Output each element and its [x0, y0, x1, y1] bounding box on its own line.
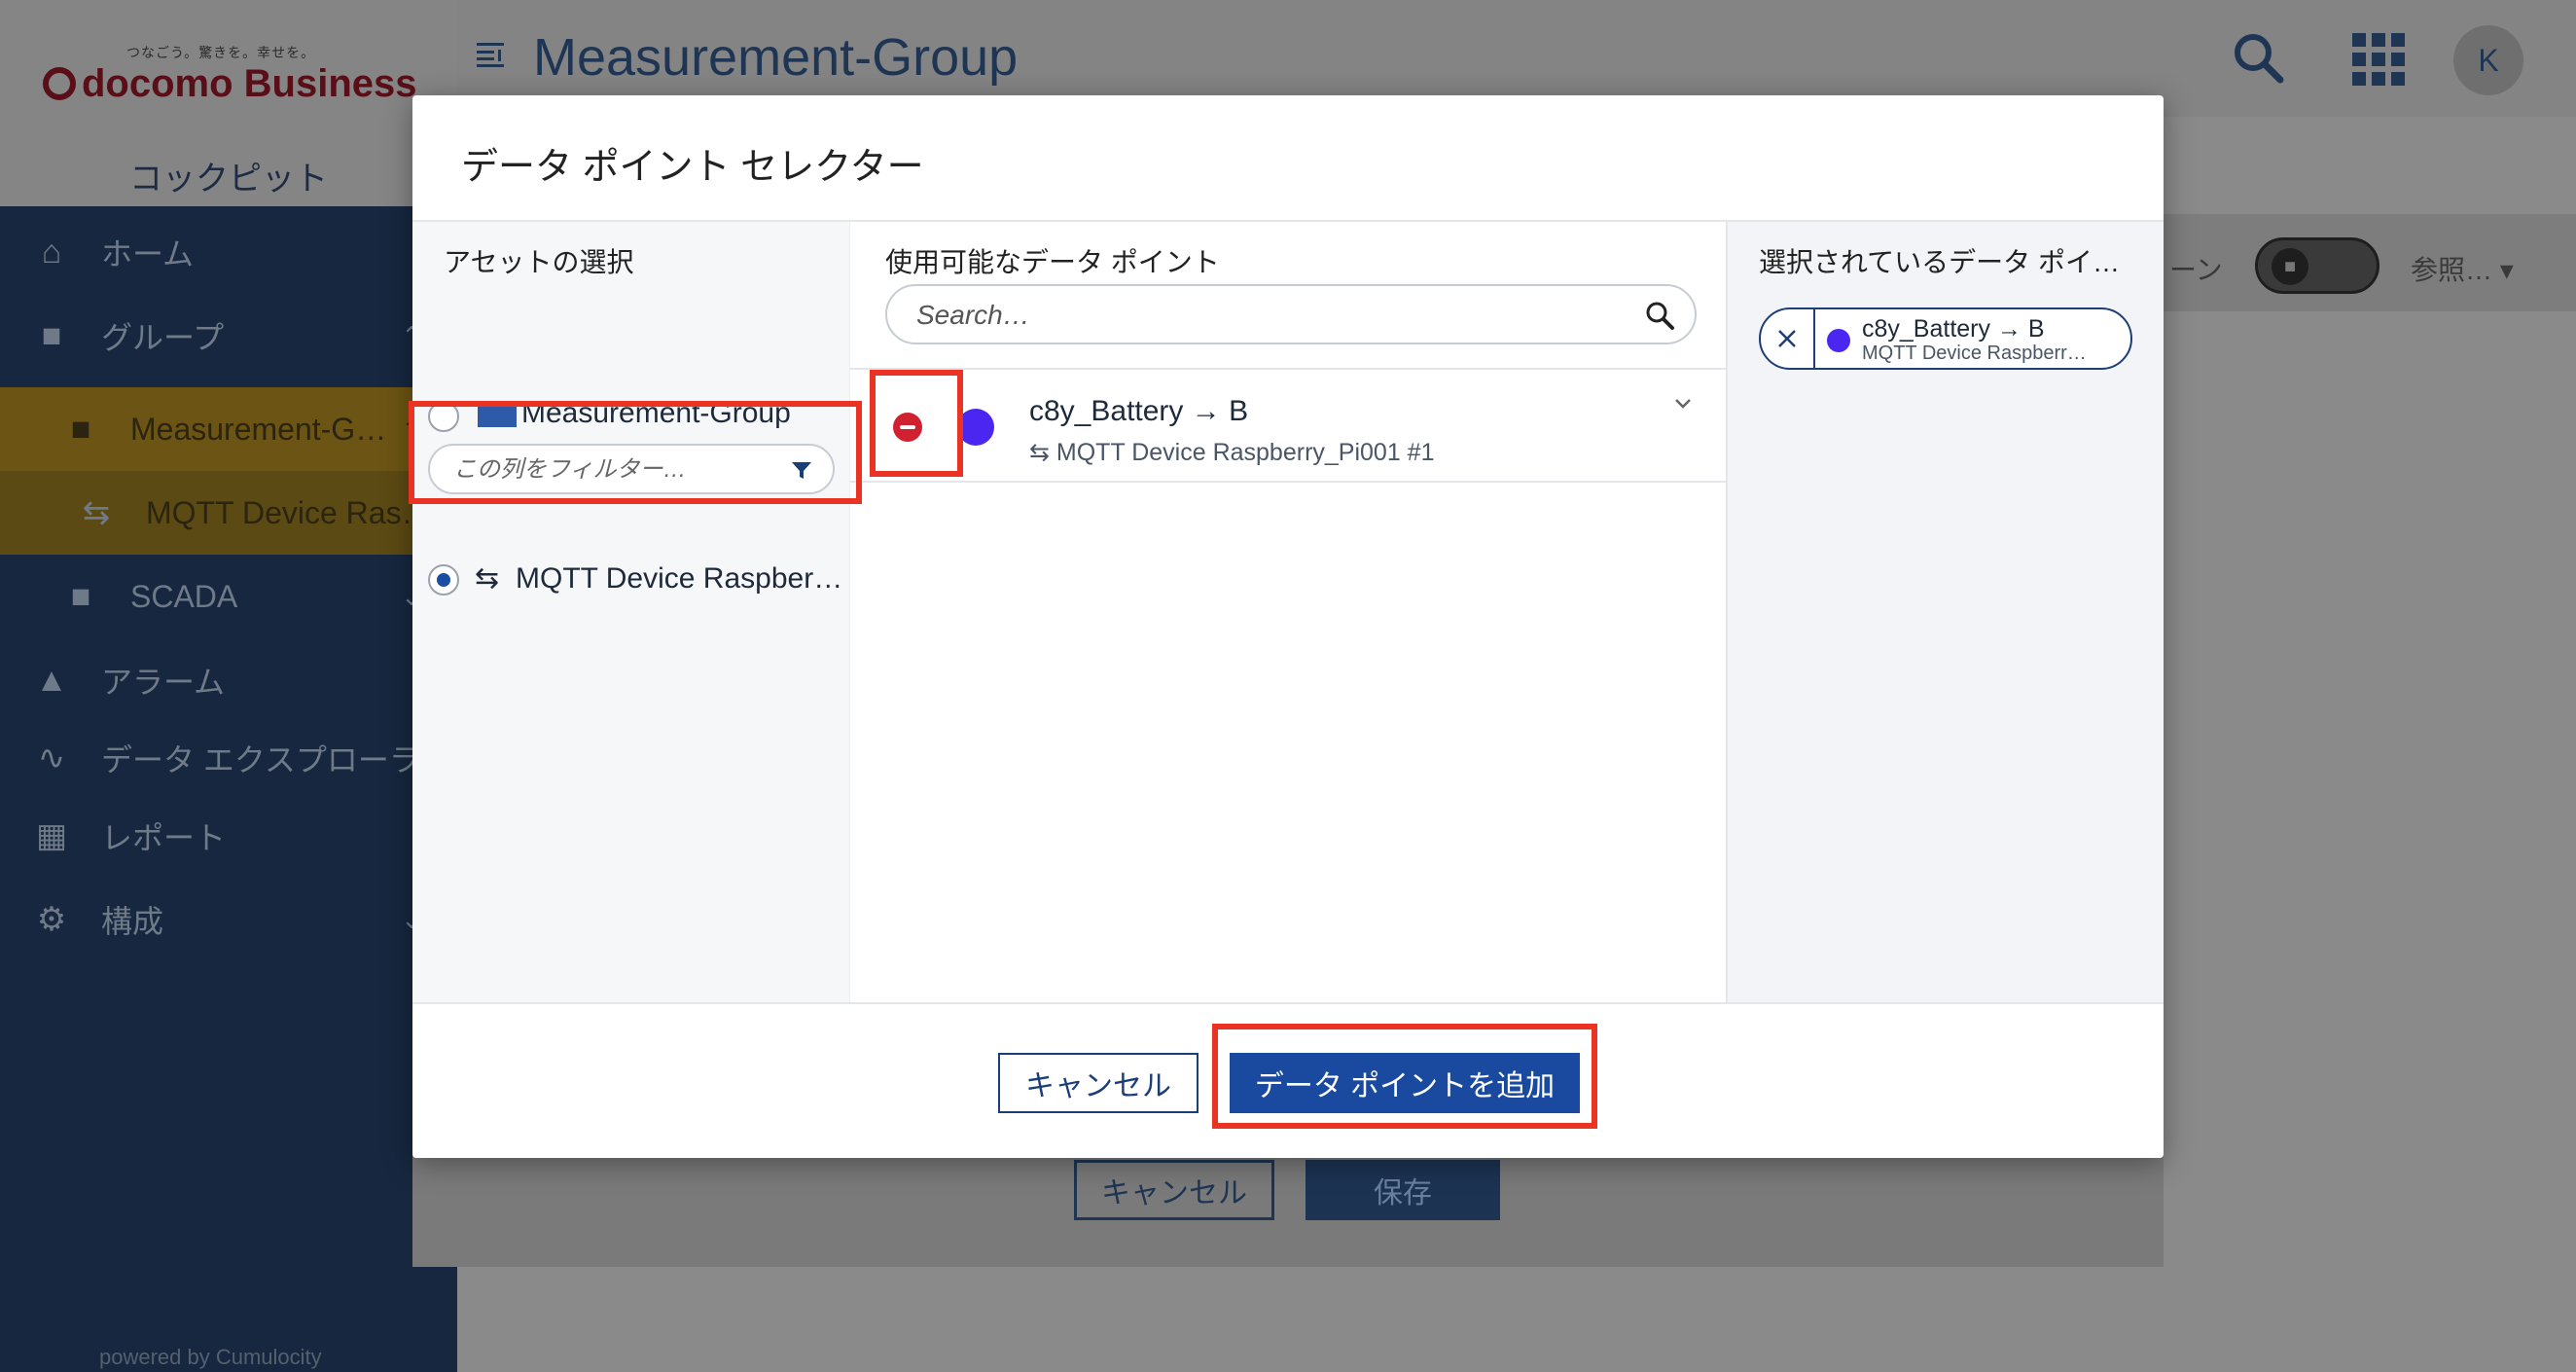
reference-label: 参照… [2411, 255, 2493, 285]
sidebar-item-configuration[interactable]: ⚙ 構成 ⌄ [0, 878, 457, 961]
sidebar-item-label: レポート [101, 820, 227, 855]
sidebar: つなごう。驚きを。幸せを。 docomo Business コックピット ⌂ ホ… [0, 0, 457, 1372]
sidebar-item-label: SCADA [130, 578, 238, 614]
add-datapoint-button[interactable]: データ ポイントを追加 [1230, 1053, 1580, 1113]
modal-title: データ ポイント セレクター [461, 147, 924, 188]
modal-header: データ ポイント セレクター [412, 95, 2164, 222]
folder-icon: ■ [70, 410, 91, 448]
folder-icon: ■ [70, 577, 91, 615]
asset-label-measurement-group[interactable]: Measurement-Group [521, 389, 842, 438]
sidebar-item-label: Measurement-G… [130, 411, 387, 447]
datapoint-device: ⇆ MQTT Device Raspberry_Pi001 #1 [1029, 438, 1435, 467]
timezone-label: ーン [2169, 255, 2223, 285]
reference-dropdown[interactable]: 参照… ▾ [2411, 249, 2514, 288]
wrench-icon: ⚙ [36, 901, 67, 938]
sidebar-item-data-explorer[interactable]: ∿ データ エクスプローラ [0, 716, 457, 800]
selected-column-heading: 選択されているデータ ポイ… [1759, 247, 2120, 277]
user-avatar[interactable]: K [2453, 25, 2523, 95]
datapoint-search-field[interactable] [885, 284, 1697, 344]
close-icon [1778, 330, 1796, 347]
brand-area: つなごう。驚きを。幸せを。 docomo Business コックピット [0, 0, 457, 206]
sidebar-item-label: データ エクスプローラ [101, 742, 420, 777]
asset-label-mqtt-device[interactable]: MQTT Device Raspber… [516, 555, 842, 603]
page-title-icon [477, 43, 504, 67]
asset-column: アセットの選択 Measurement-Group ⇆ MQTT Device … [412, 222, 850, 1002]
lock-icon: ■ [2272, 248, 2308, 285]
sidebar-item-mqtt-device[interactable]: ⇆ MQTT Device Ras… [0, 471, 457, 555]
folder-icon [478, 401, 517, 427]
datapoint-label: c8y_Battery → B [1029, 395, 1249, 427]
datapoint-row[interactable]: c8y_Battery → B ⇆ MQTT Device Raspberry_… [850, 368, 1726, 483]
modal-footer: キャンセル データ ポイントを追加 [412, 1002, 2164, 1158]
home-icon: ⌂ [41, 233, 62, 271]
sidebar-item-label: ホーム [101, 236, 195, 271]
sidebar-item-scada[interactable]: ■ SCADA ⌄ [0, 555, 457, 638]
available-column-heading: 使用可能なデータ ポイント [885, 247, 1220, 277]
folder-icon: ■ [41, 316, 62, 354]
powered-by: powered by Cumulocity [99, 1345, 322, 1369]
chip-label: c8y_Battery → B [1862, 315, 2045, 343]
chip-device: MQTT Device Raspberr… [1862, 343, 2087, 364]
background-cancel-button[interactable]: キャンセル [1074, 1160, 1274, 1220]
sidebar-item-groups[interactable]: ■ グループ ⌃ [0, 294, 457, 378]
sidebar-item-label: グループ [101, 320, 225, 355]
app-name: コックピット [129, 161, 328, 198]
bell-icon: ▲ [35, 661, 68, 699]
sidebar-item-measurement-group[interactable]: ■ Measurement-G… ⌃ [0, 387, 457, 471]
device-icon: ⇆ [82, 494, 111, 531]
background-save-button[interactable]: 保存 [1306, 1160, 1500, 1220]
device-icon: ⇆ [1029, 439, 1050, 466]
search-icon[interactable] [2230, 29, 2288, 88]
asset-radio-mqtt-device[interactable] [428, 564, 459, 596]
brand-logo[interactable]: docomo Business [43, 62, 417, 106]
selected-datapoints-column: 選択されているデータ ポイ… c8y_Battery → B MQTT Devi… [1726, 222, 2164, 1002]
brand-name: docomo Business [82, 62, 417, 105]
asset-filter-input[interactable] [453, 453, 784, 487]
asset-column-heading: アセットの選択 [444, 247, 634, 277]
sidebar-item-label: 構成 [101, 904, 164, 939]
app-switcher-icon[interactable] [2352, 33, 2405, 86]
asset-radio-measurement-group[interactable] [428, 401, 459, 432]
datapoint-color-swatch [957, 409, 994, 446]
sidebar-item-label: MQTT Device Ras… [146, 494, 433, 530]
background-form-footer [412, 1148, 2164, 1267]
data-explorer-icon: ∿ [37, 740, 66, 776]
lock-toggle[interactable]: ■ [2255, 237, 2379, 294]
brand-tagline: つなごう。驚きを。幸せを。 [126, 45, 316, 60]
chip-color-swatch [1827, 329, 1850, 352]
sidebar-item-alarms[interactable]: ▲ アラーム [0, 638, 457, 722]
datapoint-device-label: MQTT Device Raspberry_Pi001 #1 [1055, 439, 1435, 466]
device-icon: ⇆ [475, 562, 500, 595]
sidebar-item-label: アラーム [101, 665, 226, 700]
datapoint-selector-modal: データ ポイント セレクター アセットの選択 Measurement-Group… [412, 95, 2164, 1158]
filter-icon[interactable] [790, 459, 813, 483]
remove-datapoint-button[interactable] [893, 413, 922, 442]
docomo-logo-icon [43, 67, 76, 100]
sidebar-item-reports[interactable]: ▦ レポート [0, 794, 457, 878]
asset-filter-field[interactable] [428, 444, 835, 494]
sidebar-item-home[interactable]: ⌂ ホーム [0, 210, 457, 294]
datapoint-search-input[interactable] [916, 298, 1597, 333]
available-datapoints-column: 使用可能なデータ ポイント c8y_Battery → B ⇆ MQTT Dev… [850, 222, 1726, 1002]
remove-chip-button[interactable] [1761, 309, 1815, 368]
report-icon: ▦ [35, 817, 68, 854]
page-title: Measurement-Group [533, 28, 1019, 87]
chevron-down-icon[interactable] [1671, 391, 1695, 415]
cancel-button[interactable]: キャンセル [998, 1053, 1199, 1113]
search-icon[interactable] [1644, 300, 1675, 331]
selected-datapoint-chip[interactable]: c8y_Battery → B MQTT Device Raspberr… [1759, 307, 2132, 370]
